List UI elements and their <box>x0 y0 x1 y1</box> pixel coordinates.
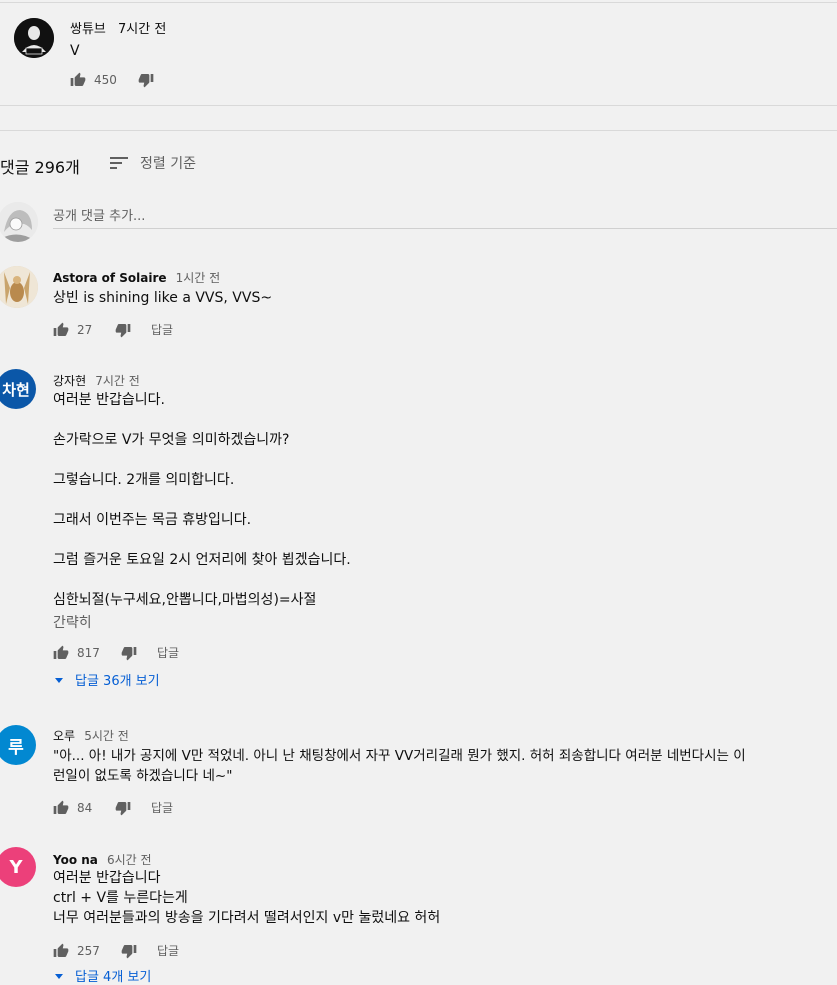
add-comment-input[interactable]: 공개 댓글 추가... <box>53 202 837 229</box>
comment-actions: 27 답글 <box>53 321 173 338</box>
avatar-initials: 루 <box>8 737 24 758</box>
like-button[interactable] <box>53 800 69 816</box>
commenter-avatar-image <box>0 266 38 308</box>
dislike-button[interactable] <box>115 322 131 338</box>
thumb-up-icon <box>53 322 69 336</box>
comment-text: 여러분 반갑습니다. 손가락으로 V가 무엇을 의미하겠습니까? 그렇습니다. … <box>53 392 351 608</box>
thumb-up-icon <box>53 800 69 814</box>
user-avatar-image <box>0 202 38 242</box>
comment-text: 상빈 is shining like a VVS, VVS~ <box>53 290 273 306</box>
dislike-button[interactable] <box>121 645 137 661</box>
thumb-up-icon <box>53 645 69 659</box>
like-count: 257 <box>77 943 100 958</box>
avatar-initials: 차현 <box>2 380 30 399</box>
channel-avatar-image <box>14 18 54 58</box>
commenter-avatar[interactable]: Y <box>0 847 36 887</box>
top-comment-header: 쌍튜브 7시간 전 <box>70 18 166 37</box>
top-comment-time[interactable]: 7시간 전 <box>118 22 166 37</box>
comment-time[interactable]: 5시간 전 <box>84 729 129 743</box>
thumb-up-icon <box>70 72 86 86</box>
commenter-avatar[interactable] <box>0 266 38 308</box>
show-less-button[interactable]: 간략히 <box>53 612 92 632</box>
sort-label: 정렬 기준 <box>140 156 196 172</box>
commenter-avatar[interactable]: 차현 <box>0 369 36 409</box>
comment-author[interactable]: 강자현 <box>53 374 86 388</box>
thumb-up-icon <box>53 943 69 957</box>
comment-time[interactable]: 6시간 전 <box>107 853 152 867</box>
commenter-avatar[interactable]: 루 <box>0 725 36 765</box>
reply-button[interactable]: 답글 <box>151 321 173 338</box>
comment-author[interactable]: Astora of Solaire <box>53 271 167 285</box>
thumb-down-icon <box>115 323 131 337</box>
comment-header: 오루 5시간 전 <box>53 725 129 744</box>
thumb-down-icon <box>121 646 137 660</box>
comment-time[interactable]: 7시간 전 <box>95 374 140 388</box>
comment-actions: 84 답글 <box>53 799 173 816</box>
comment-header: Yoo na 6시간 전 <box>53 849 152 868</box>
thumb-down-icon <box>115 801 131 815</box>
caret-down-icon <box>55 677 63 683</box>
comment-author[interactable]: Yoo na <box>53 853 98 867</box>
comment-actions: 257 답글 <box>53 942 179 959</box>
sort-icon <box>110 157 128 169</box>
comment-actions: 817 답글 <box>53 644 179 661</box>
like-button[interactable] <box>53 322 69 338</box>
comment-header: Astora of Solaire 1시간 전 <box>53 267 220 286</box>
sort-button[interactable]: 정렬 기준 <box>108 153 196 173</box>
thumb-down-icon <box>121 944 137 958</box>
comment-text: 여러분 반갑습니다 ctrl + V를 누른다는게 너무 여러분들과의 방송을 … <box>53 870 441 926</box>
like-count: 450 <box>94 73 117 87</box>
channel-avatar[interactable] <box>14 18 54 58</box>
like-count: 84 <box>77 800 93 815</box>
dislike-button[interactable] <box>138 72 154 88</box>
like-button[interactable] <box>70 72 86 88</box>
dislike-button[interactable] <box>121 943 137 959</box>
reply-button[interactable]: 답글 <box>157 942 179 959</box>
comment-time[interactable]: 1시간 전 <box>176 271 221 285</box>
divider <box>0 2 837 3</box>
like-count: 817 <box>77 645 100 660</box>
comment-header: 강자현 7시간 전 <box>53 370 140 389</box>
avatar-initials: Y <box>9 856 23 878</box>
reply-button[interactable]: 답글 <box>151 799 173 816</box>
comment-author[interactable]: 오루 <box>53 729 75 743</box>
like-count: 27 <box>77 322 93 337</box>
like-button[interactable] <box>53 645 69 661</box>
divider <box>0 105 837 106</box>
view-replies-button[interactable]: 답글 36개 보기 <box>53 670 160 689</box>
top-comment-author[interactable]: 쌍튜브 <box>70 22 106 37</box>
dislike-button[interactable] <box>115 800 131 816</box>
thumb-down-icon <box>138 74 154 88</box>
comment-count: 댓글 296개 <box>0 158 80 177</box>
add-comment-placeholder: 공개 댓글 추가... <box>53 209 146 224</box>
view-replies-label: 답글 36개 보기 <box>75 674 160 689</box>
top-comment-text: V <box>70 43 80 59</box>
top-comment-actions: 450 <box>70 72 154 88</box>
comment-text: "아... 아! 내가 공지에 V만 적었네. 아니 난 채팅창에서 자꾸 VV… <box>53 748 746 784</box>
divider <box>0 130 837 131</box>
like-button[interactable] <box>53 943 69 959</box>
user-avatar <box>0 202 38 242</box>
reply-button[interactable]: 답글 <box>157 644 179 661</box>
